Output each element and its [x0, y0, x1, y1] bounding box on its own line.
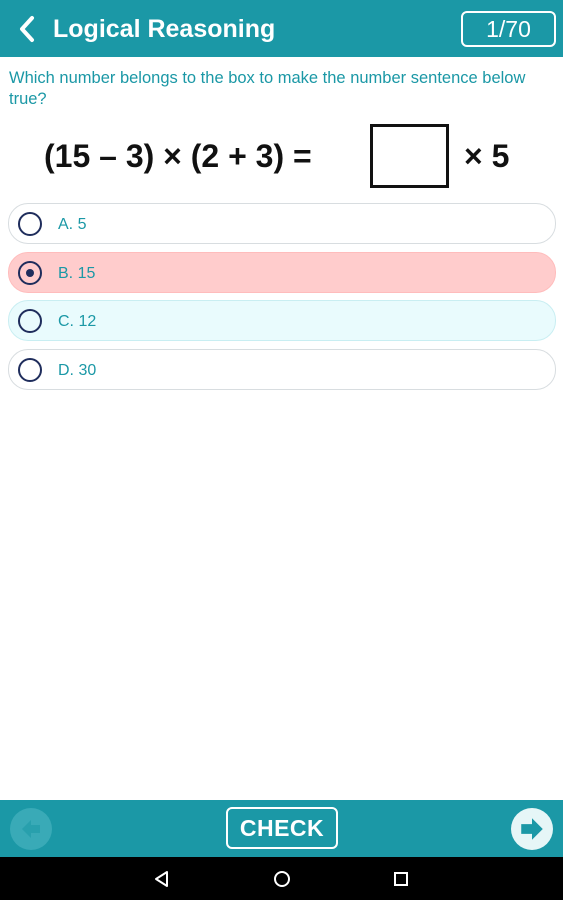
option-b[interactable]: B. 15: [8, 252, 556, 293]
check-button[interactable]: CHECK: [226, 807, 338, 849]
radio-checked-icon: [18, 261, 42, 285]
equation: (15 – 3) × (2 + 3) = × 5: [0, 122, 563, 188]
option-label: D. 30: [58, 362, 97, 379]
app-bar: Logical Reasoning 1/70: [0, 0, 563, 57]
square-recents-icon: [394, 872, 408, 886]
question-counter: 1/70: [461, 11, 556, 47]
option-d[interactable]: D. 30: [8, 349, 556, 390]
page-title: Logical Reasoning: [53, 15, 276, 43]
option-label: A. 5: [58, 216, 87, 233]
radio-icon: [18, 212, 42, 236]
system-home-button[interactable]: [270, 867, 294, 891]
bottom-bar: CHECK: [0, 800, 563, 857]
equation-left: (15 – 3) × (2 + 3) =: [44, 138, 312, 174]
radio-icon: [18, 358, 42, 382]
option-label: C. 12: [58, 313, 97, 330]
equation-right: × 5: [464, 138, 510, 174]
question-text: Which number belongs to the box to make …: [9, 69, 526, 108]
option-label: B. 15: [58, 265, 96, 282]
next-button[interactable]: [511, 808, 553, 850]
option-c[interactable]: C. 12: [8, 300, 556, 341]
option-a[interactable]: A. 5: [8, 203, 556, 244]
system-recents-button[interactable]: [389, 867, 413, 891]
previous-button[interactable]: [10, 808, 52, 850]
radio-dot: [26, 269, 34, 277]
radio-icon: [18, 309, 42, 333]
system-nav-bar: [0, 857, 563, 900]
triangle-back-icon: [155, 871, 168, 887]
circle-home-icon: [274, 871, 290, 887]
answer-box: [370, 124, 449, 188]
system-back-button[interactable]: [150, 867, 174, 891]
arrow-left-icon: [22, 820, 40, 838]
chevron-left-icon: [20, 16, 34, 42]
back-button[interactable]: [14, 13, 40, 45]
arrow-right-icon: [521, 818, 543, 840]
